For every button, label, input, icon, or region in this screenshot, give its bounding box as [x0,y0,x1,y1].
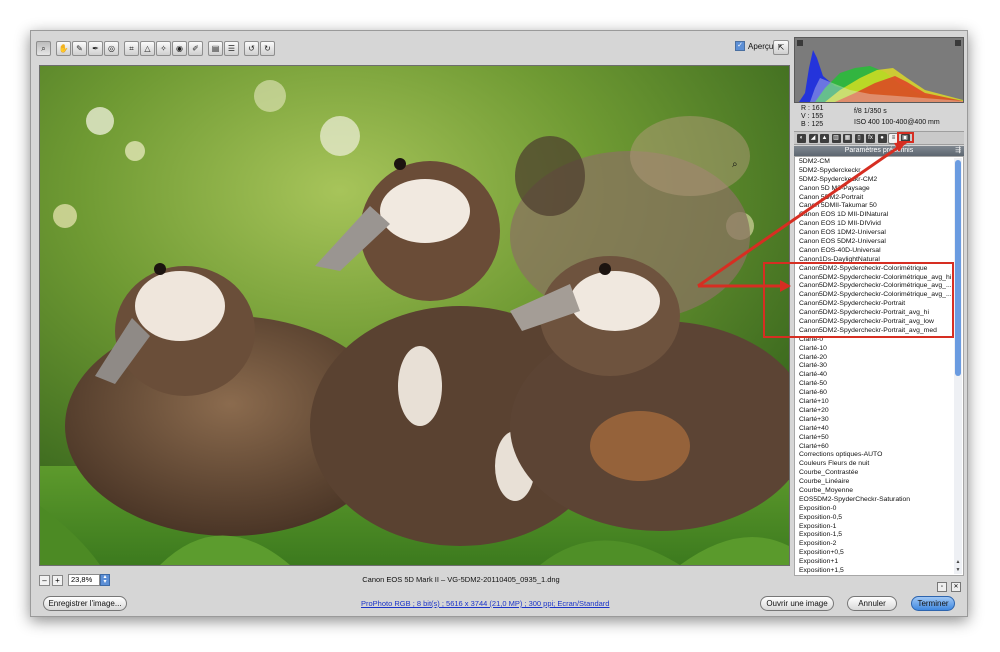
annotation-arrows [697,140,907,292]
